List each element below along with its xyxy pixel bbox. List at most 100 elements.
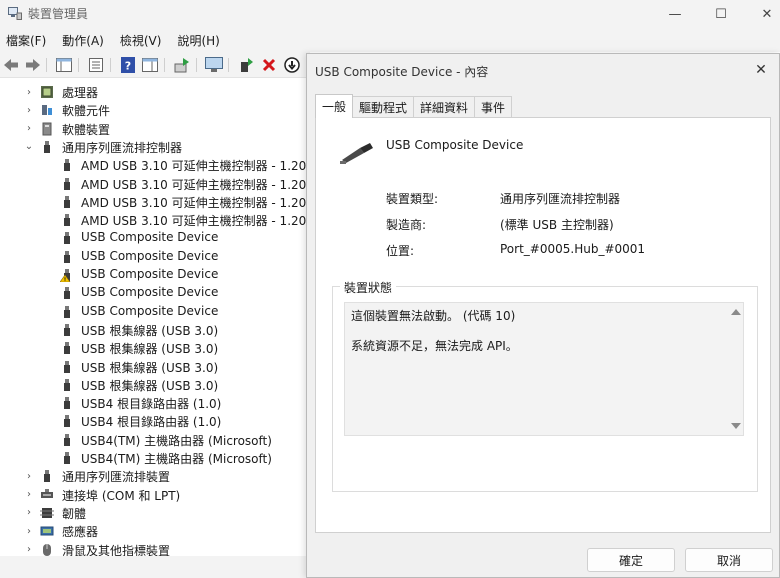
tree-node[interactable]: USB 根集線器 (USB 3.0) bbox=[0, 358, 308, 376]
tree-node[interactable]: AMD USB 3.10 可延伸主機控制器 - 1.20 ( bbox=[0, 193, 308, 211]
tree-node[interactable]: USB4 根目錄路由器 (1.0) bbox=[0, 394, 308, 412]
scroll-up-arrow-icon[interactable] bbox=[731, 309, 741, 315]
tree-node[interactable]: › 感應器 bbox=[0, 522, 308, 540]
toolbar-separator bbox=[78, 58, 79, 72]
tree-node[interactable]: › 軟體裝置 bbox=[0, 120, 308, 138]
usb-icon bbox=[64, 452, 70, 464]
close-window-button[interactable]: ✕ bbox=[744, 0, 780, 28]
tree-node[interactable]: USB4(TM) 主機路由器 (Microsoft) bbox=[0, 449, 308, 467]
list-view-button[interactable] bbox=[87, 56, 105, 74]
tree-node[interactable]: › 連接埠 (COM 和 LPT) bbox=[0, 486, 308, 504]
uninstall-icon bbox=[262, 58, 276, 72]
firmware-icon bbox=[40, 507, 54, 518]
tree-node-label: USB 根集線器 (USB 3.0) bbox=[81, 342, 219, 357]
menu-file[interactable]: 檔案(F) bbox=[6, 32, 46, 49]
tree-node-label: USB Composite Device bbox=[81, 230, 219, 245]
tree-node[interactable]: USB Composite Device bbox=[0, 229, 308, 247]
tab-details[interactable]: 詳細資料 bbox=[413, 96, 476, 118]
properties-view-icon bbox=[56, 58, 72, 72]
ok-button[interactable]: 確定 bbox=[587, 548, 675, 572]
manufacturer-value: (標準 USB 主控制器) bbox=[500, 218, 614, 232]
usb-icon bbox=[64, 360, 70, 373]
disable-device-button[interactable] bbox=[283, 56, 301, 74]
tree-node[interactable]: USB Composite Device bbox=[0, 266, 308, 284]
chevron-right-icon[interactable]: › bbox=[24, 105, 34, 116]
tree-node[interactable]: AMD USB 3.10 可延伸主機控制器 - 1.20 ( bbox=[0, 156, 308, 174]
back-button[interactable] bbox=[2, 56, 20, 74]
tree-node[interactable]: USB Composite Device bbox=[0, 248, 308, 266]
maximize-button[interactable]: ☐ bbox=[698, 0, 744, 28]
scan-hardware-button[interactable] bbox=[205, 56, 223, 74]
cancel-button[interactable]: 取消 bbox=[685, 548, 773, 572]
usb-icon bbox=[64, 342, 70, 355]
tree-node-label: USB Composite Device bbox=[81, 285, 219, 300]
tree-node-label: 感應器 bbox=[62, 525, 99, 540]
chevron-right-icon[interactable]: › bbox=[24, 526, 34, 537]
tree-node-label: USB4 根目錄路由器 (1.0) bbox=[81, 415, 222, 430]
tree-node-label: 處理器 bbox=[62, 86, 99, 100]
tree-node[interactable]: › 通用序列匯流排裝置 bbox=[0, 467, 308, 485]
toolbar-separator bbox=[164, 58, 165, 72]
tree-node-label: AMD USB 3.10 可延伸主機控制器 - 1.20 ( bbox=[81, 159, 308, 174]
chevron-down-icon[interactable]: ⌄ bbox=[24, 141, 34, 152]
chevron-right-icon[interactable]: › bbox=[24, 544, 34, 555]
usb-icon bbox=[64, 287, 70, 300]
usb-icon bbox=[64, 415, 70, 428]
device-status-label: 裝置狀態 bbox=[340, 279, 397, 296]
usb-device-icon bbox=[340, 143, 373, 164]
tree-node-label: 通用序列匯流排裝置 bbox=[62, 470, 171, 485]
processor-icon bbox=[41, 86, 53, 98]
menu-action[interactable]: 動作(A) bbox=[62, 32, 104, 49]
disable-icon bbox=[284, 57, 300, 73]
tree-node-label: USB 根集線器 (USB 3.0) bbox=[81, 323, 219, 338]
tree-node[interactable]: AMD USB 3.10 可延伸主機控制器 - 1.20 ( bbox=[0, 175, 308, 193]
tree-node[interactable]: AMD USB 3.10 可延伸主機控制器 - 1.20 ( bbox=[0, 211, 308, 229]
dialog-close-button[interactable]: ✕ bbox=[751, 60, 771, 80]
action-pane-button[interactable] bbox=[141, 56, 159, 74]
status-vertical-scrollbar[interactable] bbox=[729, 303, 743, 435]
uninstall-button[interactable] bbox=[260, 56, 278, 74]
minimize-button[interactable]: — bbox=[652, 0, 698, 28]
window-title: 裝置管理員 bbox=[28, 7, 89, 21]
toolbar-separator bbox=[110, 58, 111, 72]
help-button[interactable]: ? bbox=[119, 56, 137, 74]
chevron-right-icon[interactable]: › bbox=[24, 489, 34, 500]
tab-driver[interactable]: 驅動程式 bbox=[352, 96, 415, 118]
tree-node[interactable]: ⌄ 通用序列匯流排控制器 bbox=[0, 138, 308, 156]
tree-node-label: AMD USB 3.10 可延伸主機控制器 - 1.20 ( bbox=[81, 195, 308, 210]
chevron-right-icon[interactable]: › bbox=[24, 87, 34, 98]
menu-view[interactable]: 檢視(V) bbox=[120, 32, 162, 49]
usb-icon bbox=[64, 305, 70, 318]
tree-node[interactable]: › 處理器 bbox=[0, 83, 308, 101]
tree-node[interactable]: USB 根集線器 (USB 3.0) bbox=[0, 339, 308, 357]
scroll-down-arrow-icon[interactable] bbox=[731, 423, 741, 429]
update-driver-icon bbox=[174, 58, 189, 73]
tree-node[interactable]: USB Composite Device bbox=[0, 284, 308, 302]
forward-button[interactable] bbox=[24, 56, 42, 74]
toolbar-separator bbox=[196, 58, 197, 72]
usb-icon bbox=[64, 214, 70, 227]
tree-node[interactable]: USB 根集線器 (USB 3.0) bbox=[0, 321, 308, 339]
device-tree: › 處理器 › 軟體元件 › 軟體裝置 ⌄ 通用序列匯流排控制器 AMD USB 3.10 可延… bbox=[0, 78, 308, 556]
menu-help[interactable]: 說明(H) bbox=[177, 32, 219, 49]
location-value: Port_#0005.Hub_#0001 bbox=[500, 242, 646, 256]
tree-node[interactable]: › 軟體元件 bbox=[0, 101, 308, 119]
chevron-right-icon[interactable]: › bbox=[24, 507, 34, 518]
tree-node[interactable]: › 滑鼠及其他指標裝置 bbox=[0, 541, 308, 556]
tree-node[interactable]: USB4 根目錄路由器 (1.0) bbox=[0, 412, 308, 430]
tree-node-label: USB Composite Device bbox=[81, 267, 219, 281]
tree-node[interactable]: › 韌體 bbox=[0, 504, 308, 522]
update-driver-button[interactable] bbox=[173, 56, 191, 74]
add-driver-button[interactable] bbox=[237, 56, 255, 74]
tree-node[interactable]: USB 根集線器 (USB 3.0) bbox=[0, 376, 308, 394]
tree-horizontal-scrollbar[interactable] bbox=[0, 556, 308, 578]
chevron-right-icon[interactable]: › bbox=[24, 123, 34, 134]
software-device-icon bbox=[42, 122, 52, 136]
chevron-right-icon[interactable]: › bbox=[24, 471, 34, 482]
device-status-textbox[interactable]: 這個裝置無法啟動。 (代碼 10) 系統資源不足，無法完成 API。 bbox=[344, 302, 744, 436]
tree-node[interactable]: USB Composite Device bbox=[0, 303, 308, 321]
show-hide-console-button[interactable] bbox=[55, 56, 73, 74]
tab-general[interactable]: 一般 bbox=[315, 94, 354, 118]
tree-node[interactable]: USB4(TM) 主機路由器 (Microsoft) bbox=[0, 431, 308, 449]
tab-events[interactable]: 事件 bbox=[474, 96, 513, 118]
